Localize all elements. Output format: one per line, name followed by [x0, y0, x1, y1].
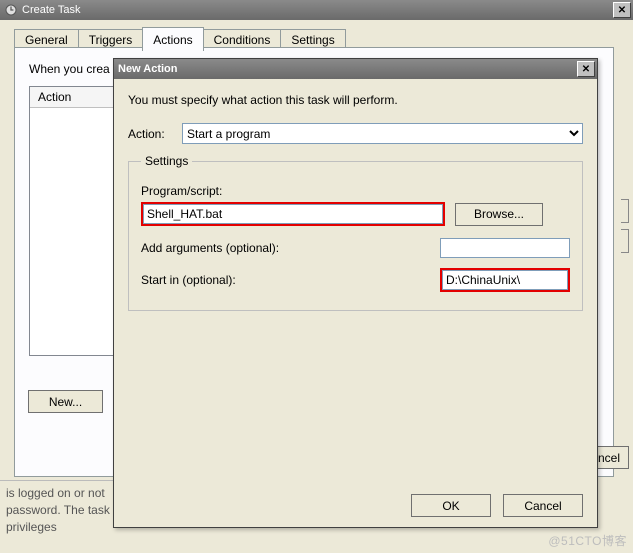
program-input[interactable] — [143, 204, 443, 224]
startin-highlight — [440, 268, 570, 292]
cancel-button[interactable]: Cancel — [503, 494, 583, 517]
watermark: @51CTO博客 — [548, 532, 627, 549]
new-action-dialog: New Action ✕ You must specify what actio… — [113, 58, 598, 528]
settings-legend: Settings — [141, 154, 192, 168]
parent-titlebar: Create Task ✕ — [0, 0, 633, 20]
program-label: Program/script: — [141, 184, 570, 198]
action-label: Action: — [128, 127, 176, 141]
arguments-input[interactable] — [440, 238, 570, 258]
obscured-button-edge — [621, 199, 629, 223]
parent-title: Create Task — [22, 4, 613, 16]
child-title: New Action — [118, 63, 577, 75]
child-titlebar: New Action ✕ — [114, 59, 597, 79]
startin-label: Start in (optional): — [141, 273, 440, 287]
arguments-label: Add arguments (optional): — [141, 241, 440, 255]
action-select[interactable]: Start a program — [182, 123, 583, 144]
dialog-message: You must specify what action this task w… — [128, 93, 583, 107]
tab-actions[interactable]: Actions — [142, 27, 203, 51]
startin-input[interactable] — [442, 270, 568, 290]
program-highlight — [141, 202, 445, 226]
new-action-button[interactable]: New... — [28, 390, 103, 413]
obscured-button-edge — [621, 229, 629, 253]
ok-button[interactable]: OK — [411, 494, 491, 517]
settings-group: Settings Program/script: Browse... Add a… — [128, 154, 583, 311]
child-close-button[interactable]: ✕ — [577, 61, 595, 77]
parent-close-button[interactable]: ✕ — [613, 2, 631, 18]
browse-button[interactable]: Browse... — [455, 203, 543, 226]
app-icon — [4, 3, 18, 17]
